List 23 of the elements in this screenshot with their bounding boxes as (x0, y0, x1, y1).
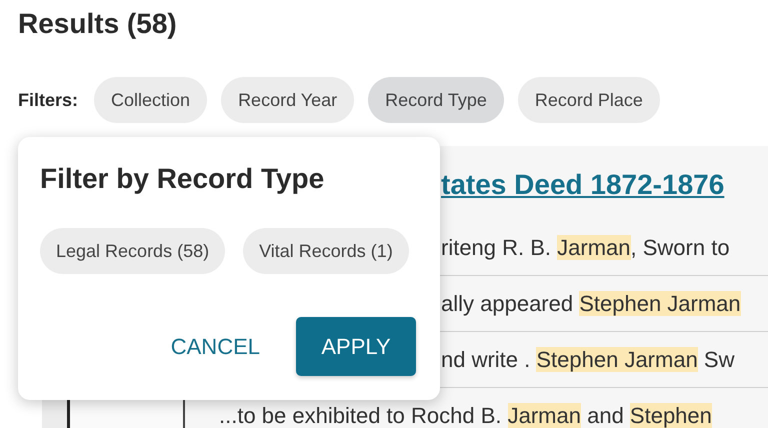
snippet-text: ...to be exhibited to Rochd B. (219, 403, 503, 428)
snippet-text: Jarman (508, 403, 581, 428)
apply-button[interactable]: APPLY (296, 317, 416, 376)
option-chip[interactable]: Legal Records (58) (40, 228, 226, 274)
filter-chip[interactable]: Record Type (368, 77, 504, 123)
filter-chip[interactable]: Record Place (518, 77, 660, 123)
snippet-text: nd write . (441, 347, 532, 372)
snippet-text: ally appeared (441, 291, 574, 316)
snippet-text: Stephen (630, 403, 712, 428)
snippet-text: , Sworn to (630, 235, 730, 260)
results-heading: Results (58) (18, 7, 178, 41)
snippet-text: Stephen Jarman (579, 291, 741, 316)
snippet-text: Stephen Jarman (536, 347, 698, 372)
cancel-button[interactable]: CANCEL (170, 334, 260, 360)
snippet-text: Sw (702, 347, 734, 372)
filters-label: Filters: (18, 90, 78, 110)
snippet-text: Jarman (557, 235, 631, 260)
option-chip[interactable]: Vital Records (1) (243, 228, 409, 274)
popup-title: Filter by Record Type (40, 162, 326, 196)
filter-chip[interactable]: Record Year (221, 77, 354, 123)
snippet-text: and (586, 403, 625, 428)
snippet-text: riteng R. B. (441, 235, 552, 260)
filter-chip[interactable]: Collection (94, 77, 208, 123)
